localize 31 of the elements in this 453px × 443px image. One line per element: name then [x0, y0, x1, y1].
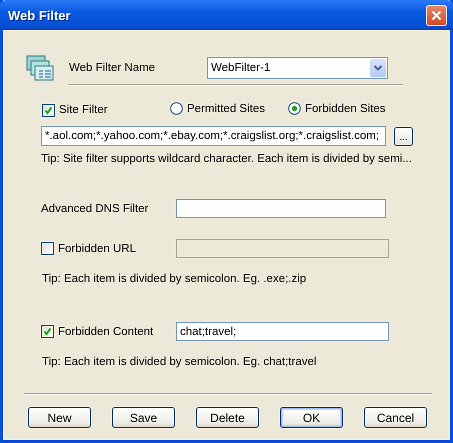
- checkbox-label: Forbidden URL: [58, 242, 137, 254]
- field-label: Web Filter Name: [69, 62, 156, 74]
- input-field[interactable]: [176, 199, 386, 218]
- checkbox[interactable]: [42, 104, 55, 116]
- dialog-button[interactable]: New: [28, 407, 91, 428]
- tip-text: Tip: Site filter supports wildcard character. Each item is divided by semi...: [40, 153, 413, 167]
- input-field[interactable]: chat;travel;: [176, 322, 389, 341]
- dialog-button[interactable]: OK: [280, 407, 343, 428]
- tip-text: Tip: Each item is divided by semicolon. Eg. chat;travel: [41, 356, 318, 370]
- radio-label: Forbidden Sites: [305, 102, 386, 114]
- window-title: Web Filter: [8, 8, 71, 22]
- dropdown-value: WebFilter-1: [211, 62, 270, 74]
- radio-button[interactable]: [170, 102, 183, 115]
- dropdown-button[interactable]: [370, 59, 386, 77]
- input-field[interactable]: [176, 239, 389, 258]
- dialog-button[interactable]: Delete: [196, 407, 259, 428]
- checkbox[interactable]: [41, 242, 54, 255]
- close-icon: [431, 10, 442, 20]
- dialog-button[interactable]: Cancel: [364, 407, 427, 428]
- dialog-button[interactable]: Save: [112, 407, 175, 428]
- name-dropdown[interactable]: WebFilter-1: [207, 57, 388, 79]
- checkbox-label: Site Filter: [59, 104, 109, 116]
- checkbox-label: Forbidden Content: [58, 326, 154, 338]
- checkbox[interactable]: [41, 325, 54, 338]
- radio-button[interactable]: [288, 102, 301, 115]
- field-label: Advanced DNS Filter: [41, 202, 150, 214]
- browse-button[interactable]: ...: [394, 126, 413, 146]
- input-field[interactable]: *.aol.com;*.yahoo.com;*.ebay.com;*.craigslist.org;*.craigslist.com;: [41, 126, 386, 146]
- close-button[interactable]: [426, 4, 447, 26]
- radio-label: Permitted Sites: [187, 102, 265, 114]
- tip-text: Tip: Each item is divided by semicolon. Eg. .exe;.zip: [41, 273, 308, 287]
